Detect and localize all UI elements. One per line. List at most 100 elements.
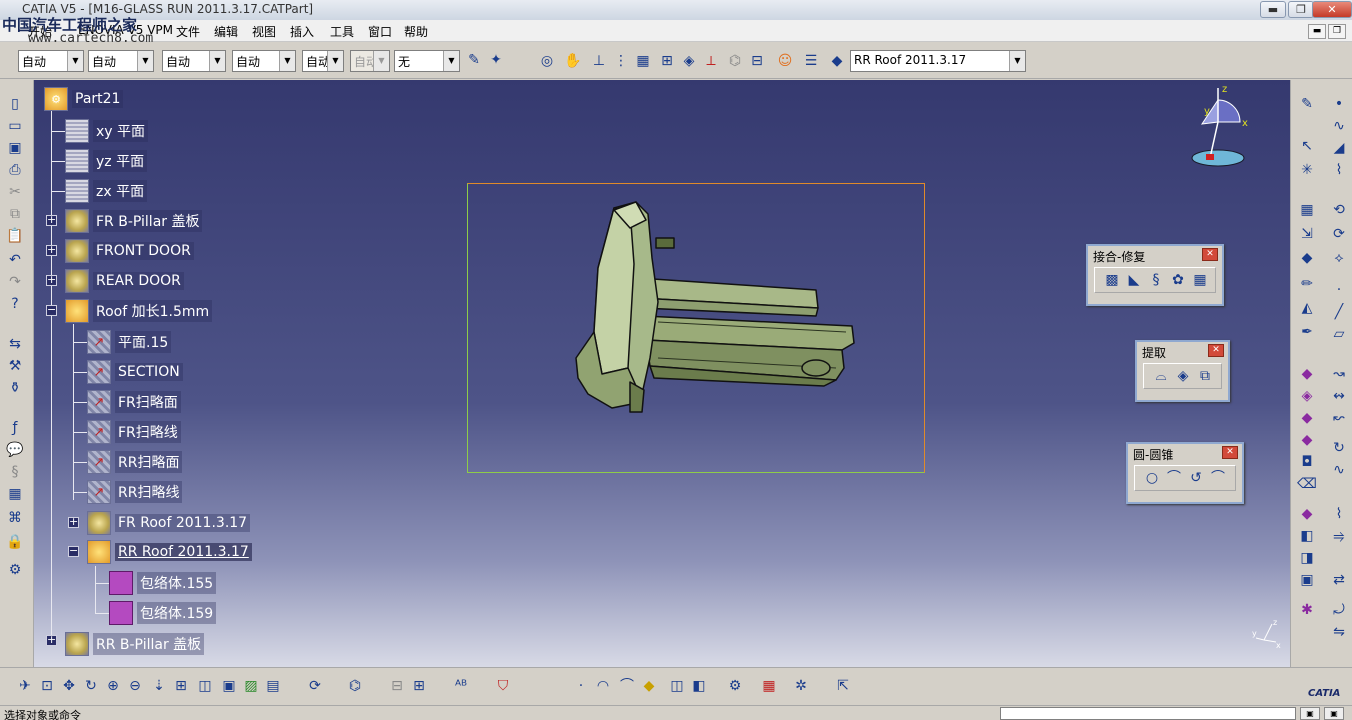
tree-expander[interactable]: +	[46, 214, 57, 226]
cut-icon[interactable]: ✂	[5, 182, 25, 202]
tree-expander[interactable]: +	[46, 244, 57, 256]
glass-run-model[interactable]	[554, 198, 864, 413]
tree-node-envelope-155[interactable]: 包络体.155	[109, 571, 217, 595]
panel-close-button[interactable]: ✕	[1202, 248, 1218, 261]
layer-icon[interactable]: ◆	[828, 52, 846, 70]
doc-maximize-button[interactable]: ❐	[1328, 24, 1346, 39]
pad-icon[interactable]: ◆	[1297, 364, 1317, 384]
spline-icon[interactable]: ∿	[1329, 460, 1349, 480]
tree-node-rr-sweep-line[interactable]: ↗ RR扫略线	[87, 480, 183, 504]
save-icon[interactable]: ▣	[5, 138, 25, 158]
line-icon[interactable]: ╱	[1329, 302, 1349, 322]
tree-node-front-door[interactable]: FRONT DOOR	[65, 239, 194, 263]
hide-show-icon[interactable]: ▨	[242, 677, 260, 695]
doc-minimize-button[interactable]: ▬	[1308, 24, 1326, 39]
corner-icon[interactable]: ⌒	[1165, 469, 1183, 487]
corner-arc-icon[interactable]: ⌒	[618, 677, 636, 695]
boundary-icon[interactable]: ⌓	[1152, 367, 1170, 385]
shield-icon[interactable]: ⛉	[494, 677, 512, 695]
blend-icon[interactable]: ⟡	[1329, 248, 1349, 268]
pencil-icon[interactable]: ✏	[1297, 274, 1317, 294]
parallel-curve-icon[interactable]: ↜	[1329, 408, 1349, 428]
connect-curve-icon[interactable]: ↺	[1187, 469, 1205, 487]
multiple-extract-icon[interactable]: ⧉	[1196, 367, 1214, 385]
tree-node-rr-b-pillar[interactable]: RR B-Pillar 盖板	[65, 632, 205, 656]
curve-icon[interactable]: ∿	[1329, 116, 1349, 136]
transparency-combo[interactable]: 自动 ▼	[88, 50, 154, 72]
hand-icon[interactable]: ✋	[564, 52, 582, 70]
menu-window[interactable]: 窗口	[368, 23, 392, 40]
current-body-combo[interactable]: RR Roof 2011.3.17 ▼	[850, 50, 1026, 72]
tree-node-fr-sweep-line[interactable]: ↗ FR扫略线	[87, 420, 181, 444]
lock-icon[interactable]: 🔒	[5, 532, 25, 552]
pointer-icon[interactable]: ⇱	[834, 677, 852, 695]
status-button[interactable]: ▣	[1324, 707, 1344, 720]
grid-red-icon[interactable]: ▦	[760, 677, 778, 695]
healing-icon[interactable]: ◣	[1125, 271, 1143, 289]
spiral-icon[interactable]: ◎	[538, 52, 556, 70]
grid-icon[interactable]: ▦	[634, 52, 652, 70]
paste-icon[interactable]: 📋	[5, 226, 25, 246]
iso-view-icon[interactable]: ◫	[196, 677, 214, 695]
intersect-icon[interactable]: ↭	[1329, 386, 1349, 406]
catalog-icon[interactable]: ☺	[776, 52, 794, 70]
settings-icon[interactable]: ⚙	[5, 560, 25, 580]
minimize-button[interactable]: ▬	[1260, 1, 1286, 18]
panel-close-button[interactable]: ✕	[1208, 344, 1224, 357]
curve-smooth-icon[interactable]: §	[1147, 271, 1165, 289]
zoom-in-icon[interactable]: ⊕	[104, 677, 122, 695]
cube-icon[interactable]: ◆	[1297, 248, 1317, 268]
sew-icon[interactable]: ▣	[1297, 570, 1317, 590]
constraint-defined-icon[interactable]: ⊞	[410, 677, 428, 695]
command-input[interactable]	[1000, 707, 1296, 720]
arc-icon[interactable]: ◠	[594, 677, 612, 695]
pen-icon[interactable]: ✒	[1297, 322, 1317, 342]
tree-root[interactable]: ⚙ Part21	[44, 87, 124, 111]
shading-icon[interactable]: ▣	[220, 677, 238, 695]
lineweight-combo[interactable]: 自动 ▼	[232, 50, 296, 72]
cube-icon[interactable]: ◈	[680, 52, 698, 70]
tree-node-plane-15[interactable]: ↗ 平面.15	[87, 330, 172, 354]
status-button[interactable]: ▣	[1300, 707, 1320, 720]
disassemble-icon[interactable]: ▦	[1191, 271, 1209, 289]
menu-file[interactable]: 文件	[176, 23, 200, 40]
grid-toggle-icon[interactable]: ▦	[1297, 200, 1317, 220]
extrapolate-icon[interactable]: ⥤	[1329, 526, 1349, 546]
rotate-icon[interactable]: ⤾	[1329, 600, 1349, 620]
tree-node-envelope-159[interactable]: 包络体.159	[109, 601, 217, 625]
fit-all-icon[interactable]: ⊡	[38, 677, 56, 695]
tree-node-rear-door[interactable]: REAR DOOR	[65, 269, 184, 293]
tree-icon[interactable]: ⋮	[612, 52, 630, 70]
tree-expander[interactable]: −	[68, 545, 79, 557]
hierarchy-icon[interactable]: ⊟	[748, 52, 766, 70]
sketcher-icon[interactable]: ✎	[1297, 94, 1317, 114]
multi-view-icon[interactable]: ⊞	[172, 677, 190, 695]
helix-icon[interactable]: ⌇	[1329, 504, 1349, 524]
hole-icon[interactable]: ◘	[1297, 452, 1317, 472]
formula-icon[interactable]: ƒ	[5, 418, 25, 438]
table-icon[interactable]: ▦	[5, 484, 25, 504]
plane-tool-icon[interactable]: ▱	[1329, 324, 1349, 344]
menu-help[interactable]: 帮助	[404, 23, 428, 40]
fill-icon[interactable]: ⌇	[1329, 160, 1349, 180]
linetype-combo[interactable]: 自动 ▼	[162, 50, 226, 72]
undo-icon[interactable]: ↶	[5, 250, 25, 270]
spiral-tool-icon[interactable]: ↻	[1329, 438, 1349, 458]
properties-icon[interactable]: ✦	[487, 51, 505, 69]
analysis-icon[interactable]: ⌬	[726, 52, 744, 70]
swap-icon[interactable]: ⇆	[5, 334, 25, 354]
circle-icon[interactable]: ○	[1143, 469, 1161, 487]
measure-icon[interactable]: ⟂	[702, 52, 720, 70]
shaft-icon[interactable]: ◆	[1297, 408, 1317, 428]
surface-icon[interactable]: ◢	[1329, 138, 1349, 158]
split-icon[interactable]: ◧	[1297, 526, 1317, 546]
projection-icon[interactable]: ↝	[1329, 364, 1349, 384]
point-tool-icon[interactable]: ·	[1329, 280, 1349, 300]
tree-node-roof[interactable]: Roof 加长1.5mm	[65, 299, 213, 323]
point-icon[interactable]: •	[1329, 94, 1349, 114]
maximize-button[interactable]: ❐	[1288, 1, 1314, 18]
close-button[interactable]: ✕	[1312, 1, 1352, 18]
untrim-icon[interactable]: ✿	[1169, 271, 1187, 289]
conic-icon[interactable]: ⌒	[1209, 469, 1227, 487]
translate-icon[interactable]: ⇄	[1329, 570, 1349, 590]
